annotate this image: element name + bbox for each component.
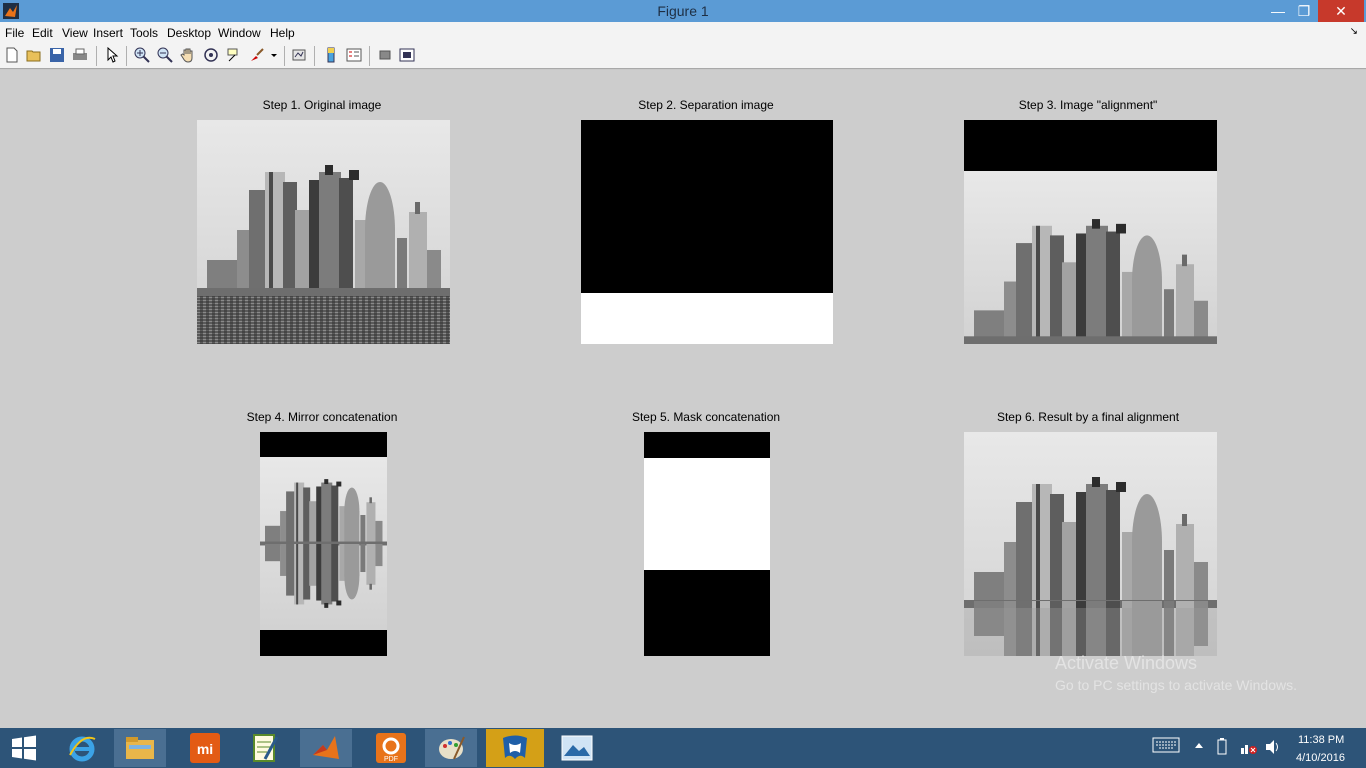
brush-dropdown-icon[interactable]: [270, 47, 278, 63]
zoom-out-icon[interactable]: [157, 47, 173, 63]
menu-help[interactable]: Help: [270, 26, 295, 40]
save-icon[interactable]: [49, 47, 65, 63]
new-figure-icon[interactable]: [4, 47, 20, 63]
menu-file[interactable]: File: [5, 26, 24, 40]
mi-app-icon[interactable]: mi: [185, 729, 225, 767]
keyboard-icon[interactable]: [1152, 736, 1180, 757]
hide-plot-tools-icon[interactable]: [377, 47, 393, 63]
restore-button[interactable]: ❐: [1290, 0, 1318, 22]
pan-icon[interactable]: [180, 47, 196, 63]
figure-canvas: Step 1. Original image Step 2. Separatio…: [0, 70, 1366, 728]
subplot-step2-image: [581, 120, 833, 344]
subplot-title-step6: Step 6. Result by a final alignment: [996, 410, 1180, 424]
subplot-title-step1: Step 1. Original image: [262, 98, 382, 112]
show-hidden-icons-icon[interactable]: [1194, 740, 1204, 754]
svg-text:PDF: PDF: [384, 756, 398, 763]
paint-icon[interactable]: [425, 729, 477, 767]
link-plot-icon[interactable]: [291, 47, 307, 63]
open-file-icon[interactable]: [26, 47, 42, 63]
data-cursor-icon[interactable]: [226, 47, 242, 63]
windows-start-icon[interactable]: [4, 729, 44, 767]
file-explorer-icon[interactable]: [114, 729, 166, 767]
menu-insert[interactable]: Insert: [93, 26, 123, 40]
toolbar-separator: [314, 46, 315, 66]
notepad-icon[interactable]: [243, 729, 287, 767]
menu-window[interactable]: Window: [218, 26, 261, 40]
svg-text:mi: mi: [197, 741, 213, 757]
pdf-app-icon[interactable]: PDF: [368, 729, 414, 767]
menu-tools[interactable]: Tools: [130, 26, 158, 40]
insert-colorbar-icon[interactable]: [323, 47, 339, 63]
subplot-title-step4: Step 4. Mirror concatenation: [246, 410, 398, 424]
toolbar-separator: [284, 46, 285, 66]
subplot-title-step2: Step 2. Separation image: [638, 98, 774, 112]
title-bar: Figure 1 — ❐ ✕: [0, 0, 1366, 22]
subplot-step3-image: [964, 120, 1217, 344]
menu-edit[interactable]: Edit: [32, 26, 53, 40]
minimize-button[interactable]: —: [1264, 0, 1292, 22]
network-disconnected-icon[interactable]: [1240, 738, 1258, 759]
subplot-step4-image: [260, 432, 387, 656]
taskbar-clock-date[interactable]: 4/10/2016: [1296, 752, 1345, 764]
figure-toolbar: [0, 43, 1366, 69]
photo-viewer-icon[interactable]: [552, 729, 602, 767]
insert-legend-icon[interactable]: [346, 47, 362, 63]
power-icon[interactable]: [1214, 738, 1230, 759]
subplot-title-step3: Step 3. Image "alignment": [1018, 98, 1158, 112]
volume-icon[interactable]: [1264, 738, 1282, 759]
subplot-title-step5: Step 5. Mask concatenation: [631, 410, 781, 424]
zoom-in-icon[interactable]: [134, 47, 150, 63]
brush-icon[interactable]: [249, 47, 265, 63]
toolbar-separator: [126, 46, 127, 66]
matlab-icon[interactable]: [300, 729, 352, 767]
toolbar-separator: [96, 46, 97, 66]
edit-plot-icon[interactable]: [104, 47, 120, 63]
toolbar-separator: [369, 46, 370, 66]
show-plot-tools-icon[interactable]: [399, 47, 415, 63]
activate-windows-title: Activate Windows: [1055, 653, 1198, 673]
window-title: Figure 1: [657, 3, 709, 19]
subplot-step5-image: [644, 432, 770, 656]
subplot-step6-image: [964, 432, 1217, 656]
rotate-3d-icon[interactable]: [203, 47, 219, 63]
malwarebytes-icon[interactable]: [486, 729, 544, 767]
menu-view[interactable]: View: [62, 26, 88, 40]
subplot-step1-image: [197, 120, 450, 344]
taskbar-clock-time[interactable]: 11:38 PM: [1298, 734, 1344, 746]
activate-windows-hint: Go to PC settings to activate Windows.: [1055, 677, 1297, 693]
menu-bar: File Edit View Insert Tools Desktop Wind…: [0, 22, 1366, 43]
dock-figure-icon[interactable]: ↘: [1350, 26, 1358, 37]
menu-desktop[interactable]: Desktop: [167, 26, 211, 40]
internet-explorer-icon[interactable]: [60, 729, 104, 767]
close-button[interactable]: ✕: [1318, 0, 1364, 22]
print-icon[interactable]: [72, 47, 88, 63]
